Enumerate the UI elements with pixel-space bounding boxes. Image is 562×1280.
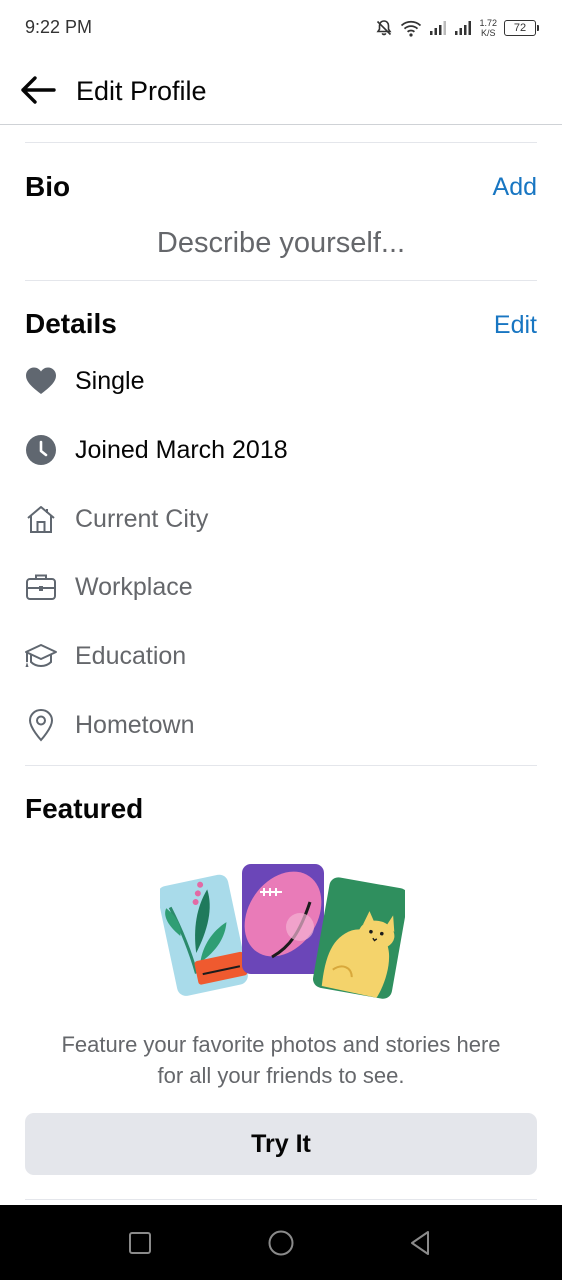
- network-speed-value: 1.72: [479, 18, 497, 28]
- app-header: Edit Profile: [0, 56, 562, 125]
- divider: [25, 765, 537, 766]
- house-icon: [24, 502, 58, 536]
- detail-row-relationship[interactable]: Single: [0, 359, 562, 403]
- graduation-cap-icon: [24, 639, 58, 673]
- status-icons: 1.72 K/S 72: [375, 16, 539, 40]
- recent-apps-icon[interactable]: [122, 1225, 158, 1261]
- detail-label-joined: Joined March 2018: [75, 435, 288, 464]
- featured-description-line-2: for all your friends to see.: [157, 1063, 405, 1088]
- detail-label-current-city: Current City: [75, 504, 209, 533]
- clock-icon: [24, 433, 58, 467]
- heart-icon: [24, 364, 58, 398]
- network-speed-unit: K/S: [480, 28, 496, 38]
- back-button[interactable]: [18, 72, 58, 112]
- divider: [25, 1199, 537, 1200]
- details-edit-button[interactable]: Edit: [494, 311, 537, 340]
- bio-add-button[interactable]: Add: [493, 173, 537, 202]
- divider: [25, 142, 537, 143]
- detail-row-current-city[interactable]: Current City: [0, 497, 562, 541]
- bio-placeholder[interactable]: Describe yourself...: [0, 227, 562, 260]
- status-time: 9:22 PM: [25, 17, 93, 37]
- detail-label-hometown: Hometown: [75, 710, 195, 739]
- featured-description-line-1: Feature your favorite photos and stories…: [61, 1032, 501, 1057]
- location-pin-icon: [24, 708, 58, 742]
- status-bar: 9:22 PM 1.72 K/S 72: [0, 0, 562, 56]
- detail-row-hometown[interactable]: Hometown: [0, 703, 562, 747]
- signal-icon: [454, 20, 472, 36]
- bio-title: Bio: [25, 171, 71, 202]
- try-it-button[interactable]: Try It: [25, 1113, 537, 1175]
- featured-title: Featured: [25, 793, 144, 824]
- featured-description: Feature your favorite photos and stories…: [30, 1029, 532, 1091]
- home-icon[interactable]: [263, 1225, 299, 1261]
- detail-row-education[interactable]: Education: [0, 634, 562, 678]
- signal-icon: [429, 20, 447, 36]
- detail-row-workplace[interactable]: Workplace: [0, 565, 562, 609]
- battery-level: 72: [513, 22, 527, 34]
- bell-off-icon: [375, 19, 393, 37]
- featured-illustration: [157, 862, 409, 1002]
- details-title: Details: [25, 308, 117, 339]
- plant-card-image: [157, 874, 248, 996]
- wifi-icon: [400, 19, 422, 37]
- divider: [25, 280, 537, 281]
- detail-row-joined: Joined March 2018: [0, 428, 562, 472]
- briefcase-icon: [24, 570, 58, 604]
- page-title: Edit Profile: [76, 76, 207, 106]
- detail-label-education: Education: [75, 641, 187, 670]
- battery-icon: 72: [504, 20, 539, 36]
- detail-label-relationship: Single: [75, 366, 145, 395]
- network-speed: 1.72 K/S: [479, 18, 497, 38]
- system-nav-bar: [0, 1205, 562, 1280]
- cat-card-image: [313, 877, 409, 999]
- back-icon[interactable]: [402, 1225, 438, 1261]
- detail-label-workplace: Workplace: [75, 572, 193, 601]
- arrow-left-icon: [20, 75, 56, 110]
